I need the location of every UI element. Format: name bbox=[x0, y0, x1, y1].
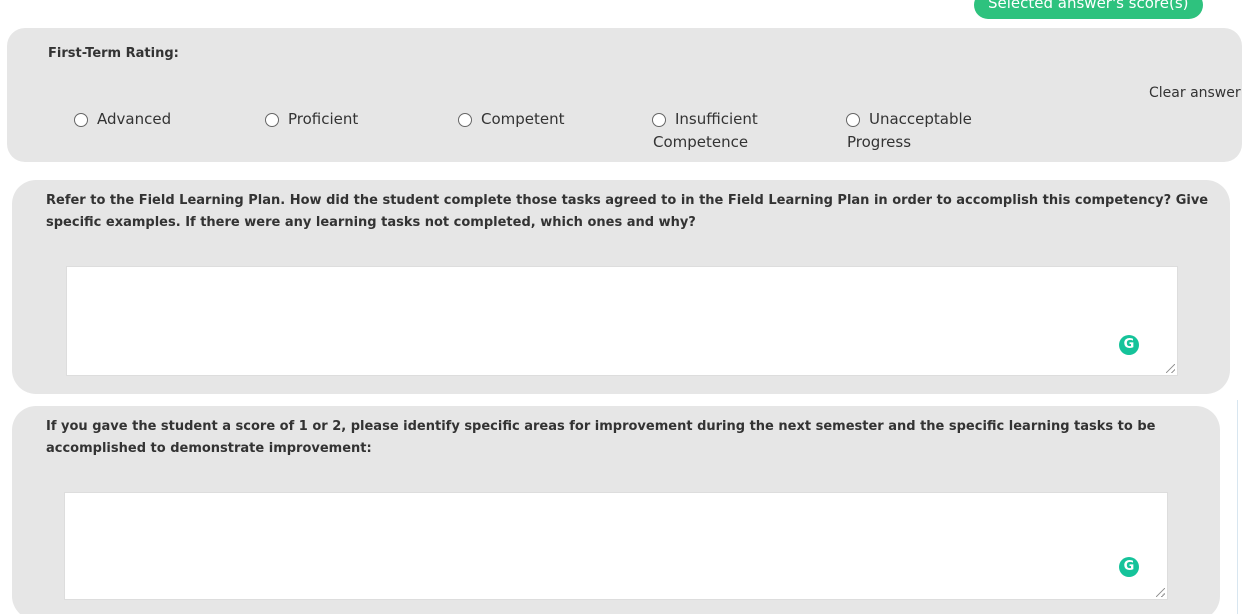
selected-score-badge: Selected answer's score(s) bbox=[974, 0, 1203, 19]
rating-option-label-line2: Competence bbox=[653, 133, 749, 151]
scroll-divider bbox=[1237, 400, 1238, 614]
question-card-field-learning-plan: Refer to the Field Learning Plan. How di… bbox=[12, 180, 1230, 394]
answer-textarea[interactable]: G bbox=[64, 492, 1168, 600]
rating-option-label-line2: Progress bbox=[847, 133, 912, 151]
resize-handle-icon[interactable] bbox=[1166, 364, 1175, 373]
rating-option-label-line1: Unacceptable bbox=[869, 110, 972, 128]
answer-textarea[interactable]: G bbox=[66, 266, 1178, 376]
rating-option-label: Insufficient Competence bbox=[653, 108, 805, 154]
radio-circle-icon[interactable] bbox=[458, 113, 472, 127]
clear-answer-link[interactable]: Clear answer bbox=[1149, 85, 1241, 101]
radio-circle-icon[interactable] bbox=[265, 113, 279, 127]
rating-option-insufficient-competence[interactable]: Insufficient Competence bbox=[652, 108, 805, 154]
rating-label: First-Term Rating: bbox=[48, 46, 179, 61]
rating-option-competent[interactable]: Competent bbox=[458, 108, 611, 131]
evaluation-form: Selected answer's score(s) First-Term Ra… bbox=[0, 0, 1245, 614]
radio-circle-icon[interactable] bbox=[74, 113, 88, 127]
question-card-improvement-areas: If you gave the student a score of 1 or … bbox=[12, 406, 1220, 614]
rating-option-label-line1: Insufficient bbox=[675, 110, 758, 128]
question-text: If you gave the student a score of 1 or … bbox=[46, 419, 1156, 456]
rating-option-advanced[interactable]: Advanced bbox=[74, 108, 227, 131]
radio-circle-icon[interactable] bbox=[652, 113, 666, 127]
question-text: Refer to the Field Learning Plan. How di… bbox=[46, 193, 1209, 230]
rating-option-unacceptable-progress[interactable]: Unacceptable Progress bbox=[846, 108, 999, 154]
rating-option-label: Unacceptable Progress bbox=[847, 108, 999, 154]
rating-option-label: Competent bbox=[481, 110, 565, 128]
grammarly-icon[interactable]: G bbox=[1119, 557, 1139, 577]
rating-option-proficient[interactable]: Proficient bbox=[265, 108, 418, 131]
grammarly-icon[interactable]: G bbox=[1119, 335, 1139, 355]
resize-handle-icon[interactable] bbox=[1156, 588, 1165, 597]
rating-option-label: Advanced bbox=[97, 110, 172, 128]
rating-card: First-Term Rating: Clear answer Advanced… bbox=[7, 28, 1242, 162]
rating-option-label: Proficient bbox=[288, 110, 359, 128]
radio-circle-icon[interactable] bbox=[846, 113, 860, 127]
